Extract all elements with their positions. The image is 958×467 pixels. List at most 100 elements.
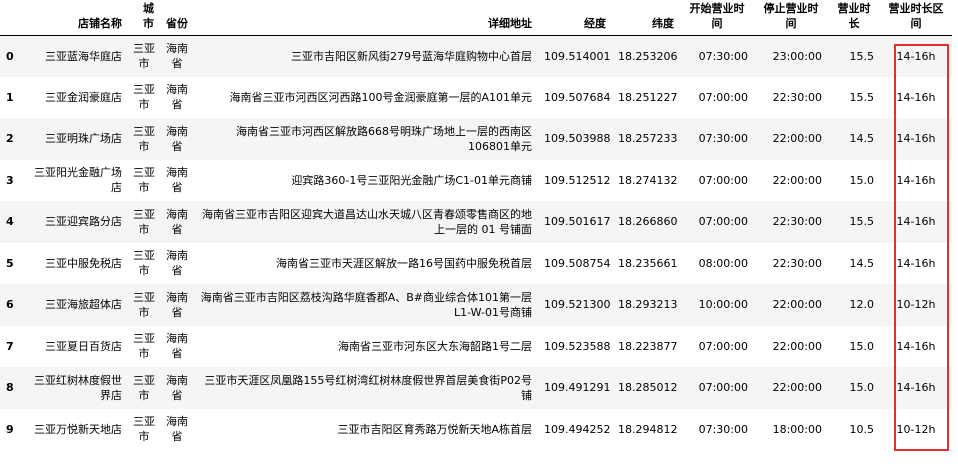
longitude-cell: 109.508754: [544, 256, 611, 270]
row-index: 8: [6, 381, 14, 395]
hours-cell: 10.5: [849, 422, 875, 436]
longitude-cell: 109.523588: [544, 339, 611, 353]
address-cell: 海南省三亚市天涯区解放一路16号国药中服免税首层: [276, 256, 532, 270]
open-time-cell: 07:30:00: [698, 422, 748, 436]
hours-range-cell: 10-12h: [896, 298, 936, 312]
latitude-cell: 18.274132: [618, 173, 678, 187]
address-cell: 三亚市吉阳区新风街279号蓝海华庭购物中心首层: [291, 49, 532, 63]
latitude-cell: 18.293213: [618, 298, 678, 312]
header-index: [0, 0, 28, 36]
header-longitude: 经度: [538, 0, 612, 36]
table-row: 4 三亚迎宾路分店 三亚市 海南省 海南省三亚市吉阳区迎宾大道昌达山水天城八区青…: [0, 201, 952, 243]
city-cell: 三亚市: [133, 166, 155, 195]
province-cell: 海南省: [166, 124, 188, 153]
longitude-cell: 109.521300: [544, 298, 611, 312]
store-name-cell: 三亚万悦新天地店: [34, 422, 122, 436]
longitude-cell: 109.507684: [544, 90, 611, 104]
open-time-cell: 07:00:00: [698, 173, 748, 187]
latitude-cell: 18.257233: [618, 132, 678, 146]
row-index: 6: [6, 298, 14, 312]
hours-range-cell: 14-16h: [896, 49, 936, 63]
row-index: 1: [6, 90, 14, 104]
open-time-cell: 07:00:00: [698, 381, 748, 395]
table-row: 1 三亚金润豪庭店 三亚市 海南省 海南省三亚市河西区河西路100号金润豪庭第一…: [0, 76, 952, 118]
table-row: 5 三亚中服免税店 三亚市 海南省 海南省三亚市天涯区解放一路16号国药中服免税…: [0, 242, 952, 284]
store-name-cell: 三亚海旅超体店: [45, 298, 122, 312]
table-row: 7 三亚夏日百货店 三亚市 海南省 海南省三亚市河东区大东海韶路1号二层 109…: [0, 325, 952, 367]
address-cell: 海南省三亚市吉阳区迎宾大道昌达山水天城八区青春颂零售商区的地上一层的 01 号铺…: [202, 207, 532, 236]
city-cell: 三亚市: [133, 83, 155, 112]
latitude-cell: 18.235661: [618, 256, 678, 270]
address-cell: 海南省三亚市吉阳区荔枝沟路华庭香郡A、B#商业综合体101第一层L1-W-01号…: [200, 290, 532, 319]
city-cell: 三亚市: [133, 415, 155, 444]
city-cell: 三亚市: [133, 42, 155, 70]
store-name-cell: 三亚红树林度假世界店: [34, 373, 122, 402]
close-time-cell: 22:00:00: [772, 132, 822, 146]
header-store-name: 店铺名称: [28, 0, 128, 36]
close-time-cell: 22:00:00: [772, 298, 822, 312]
table-row: 6 三亚海旅超体店 三亚市 海南省 海南省三亚市吉阳区荔枝沟路华庭香郡A、B#商…: [0, 284, 952, 326]
latitude-cell: 18.251227: [618, 90, 678, 104]
header-city: 城市: [128, 0, 160, 36]
open-time-cell: 07:00:00: [698, 339, 748, 353]
close-time-cell: 22:30:00: [772, 215, 822, 229]
hours-cell: 14.5: [849, 132, 875, 146]
hours-range-cell: 14-16h: [896, 381, 936, 395]
longitude-cell: 109.512512: [544, 173, 611, 187]
hours-cell: 15.0: [849, 381, 875, 395]
store-name-cell: 三亚蓝海华庭店: [45, 49, 122, 63]
province-cell: 海南省: [166, 249, 188, 278]
row-index: 2: [6, 132, 14, 146]
store-name-cell: 三亚夏日百货店: [45, 339, 122, 353]
hours-range-cell: 14-16h: [896, 339, 936, 353]
header-address: 详细地址: [194, 0, 538, 36]
header-province: 省份: [160, 0, 194, 36]
header-close-time: 停止营业时间: [754, 0, 828, 36]
header-row: 店铺名称 城市 省份 详细地址 经度 纬度 开始营业时间 停止营业时间 营业时长…: [0, 0, 952, 36]
row-index: 5: [6, 256, 14, 270]
hours-range-cell: 14-16h: [896, 256, 936, 270]
header-latitude: 纬度: [612, 0, 680, 36]
address-cell: 三亚市天涯区凤凰路155号红树湾红树林度假世界首层美食街P02号铺: [204, 373, 532, 402]
province-cell: 海南省: [166, 415, 188, 444]
longitude-cell: 109.501617: [544, 215, 611, 229]
header-hours-range: 营业时长区间: [880, 0, 952, 36]
hours-cell: 15.0: [849, 173, 875, 187]
hours-cell: 15.5: [849, 90, 875, 104]
address-cell: 迎宾路360-1号三亚阳光金融广场C1-01单元商铺: [291, 173, 532, 187]
latitude-cell: 18.294812: [618, 422, 678, 436]
table-row: 8 三亚红树林度假世界店 三亚市 海南省 三亚市天涯区凤凰路155号红树湾红树林…: [0, 367, 952, 409]
close-time-cell: 18:00:00: [772, 422, 822, 436]
table-row: 0 三亚蓝海华庭店 三亚市 海南省 三亚市吉阳区新风街279号蓝海华庭购物中心首…: [0, 35, 952, 77]
city-cell: 三亚市: [133, 207, 155, 236]
header-open-time: 开始营业时间: [680, 0, 754, 36]
close-time-cell: 22:30:00: [772, 90, 822, 104]
row-index: 7: [6, 339, 14, 353]
longitude-cell: 109.514001: [544, 49, 611, 63]
header-hours: 营业时长: [828, 0, 880, 36]
province-cell: 海南省: [166, 42, 188, 70]
hours-cell: 14.5: [849, 256, 875, 270]
hours-cell: 15.5: [849, 215, 875, 229]
city-cell: 三亚市: [133, 373, 155, 402]
row-index: 0: [6, 49, 14, 63]
city-cell: 三亚市: [133, 249, 155, 278]
store-name-cell: 三亚阳光金融广场店: [34, 166, 122, 195]
hours-cell: 15.5: [849, 49, 875, 63]
hours-cell: 12.0: [849, 298, 875, 312]
row-index: 3: [6, 173, 14, 187]
address-cell: 海南省三亚市河西区河西路100号金润豪庭第一层的A101单元: [229, 90, 532, 104]
province-cell: 海南省: [166, 207, 188, 236]
latitude-cell: 18.285012: [618, 381, 678, 395]
province-cell: 海南省: [166, 166, 188, 195]
store-name-cell: 三亚明珠广场店: [45, 132, 122, 146]
store-name-cell: 三亚迎宾路分店: [45, 215, 122, 229]
open-time-cell: 07:30:00: [698, 132, 748, 146]
notebook-output: 店铺名称 城市 省份 详细地址 经度 纬度 开始营业时间 停止营业时间 营业时长…: [0, 0, 958, 467]
close-time-cell: 22:00:00: [772, 381, 822, 395]
province-cell: 海南省: [166, 332, 188, 361]
province-cell: 海南省: [166, 373, 188, 402]
table-row: 2 三亚明珠广场店 三亚市 海南省 海南省三亚市河西区解放路668号明珠广场地上…: [0, 118, 952, 160]
longitude-cell: 109.494252: [544, 422, 611, 436]
address-cell: 三亚市吉阳区育秀路万悦新天地A栋首层: [337, 422, 532, 436]
